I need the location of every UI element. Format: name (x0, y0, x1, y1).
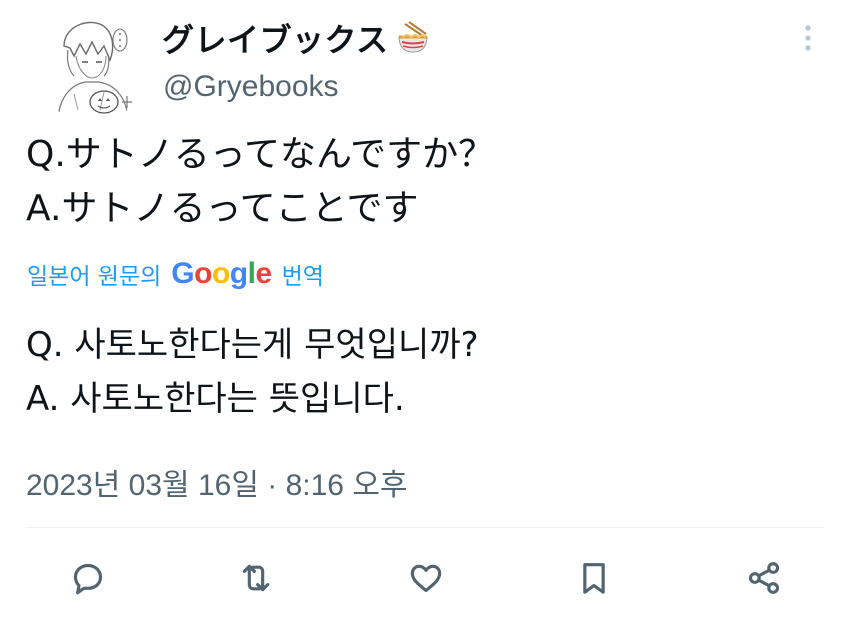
bookmark-button[interactable] (572, 556, 616, 600)
share-button[interactable] (742, 556, 786, 600)
translation-suffix: 번역 (281, 264, 324, 290)
display-name-text: グレイブックス (162, 21, 389, 59)
translation-notice[interactable]: 일본어 원문의 Google 번역 (27, 254, 324, 294)
ramen-bowl-icon (398, 21, 428, 53)
reply-button[interactable] (66, 556, 110, 600)
more-options-icon[interactable] (794, 20, 822, 56)
share-icon (748, 562, 780, 594)
translation-prefix: 일본어 원문의 (27, 264, 162, 290)
retweet-icon (242, 564, 270, 592)
tweet-timestamp[interactable]: 2023년 03월 16일 · 8:16 오후 (26, 460, 408, 504)
avatar[interactable] (34, 6, 150, 122)
tweet-detail: グレイブックス @Gryebooks Q.サトノるってなんですか？ A.サトノる… (0, 0, 850, 629)
user-handle[interactable]: @Gryebooks (163, 70, 339, 104)
divider (26, 527, 824, 528)
google-logo: Google (171, 257, 272, 290)
original-line-2: A.サトノるってことです (26, 188, 419, 229)
reply-icon (73, 563, 103, 595)
like-button[interactable] (404, 556, 448, 600)
tweet-original-text: Q.サトノるってなんですか？ A.サトノるってことです (26, 128, 494, 236)
action-bar (0, 548, 850, 612)
tweet-translated-text: Q. 사토노한다는게 무엇입니까? A. 사토노한다는 뜻입니다. (26, 318, 479, 426)
heart-icon (410, 564, 442, 593)
translated-line-1: Q. 사토노한다는게 무엇입니까? (26, 325, 479, 365)
retweet-button[interactable] (234, 556, 278, 600)
translated-line-2: A. 사토노한다는 뜻입니다. (26, 379, 405, 419)
original-line-1: Q.サトノるってなんですか？ (26, 134, 495, 175)
bookmark-icon (583, 563, 605, 594)
sketch-avatar-icon (35, 7, 149, 121)
display-name[interactable]: グレイブックス (162, 14, 433, 62)
